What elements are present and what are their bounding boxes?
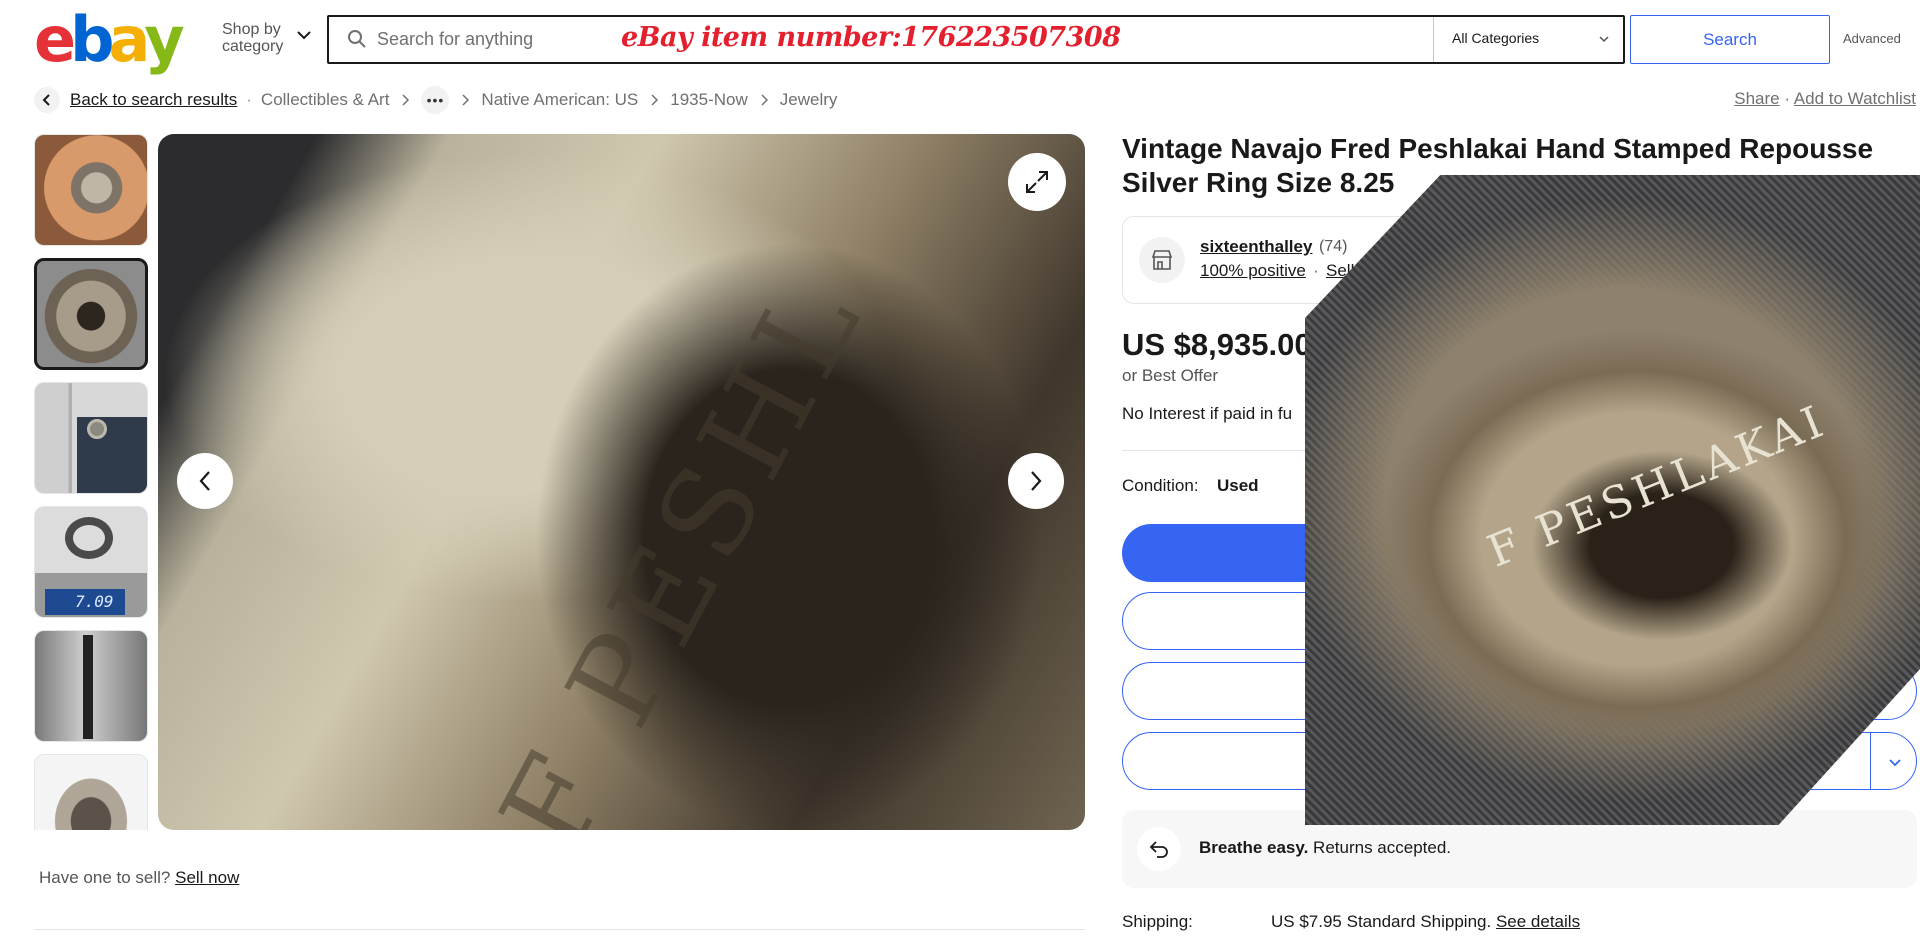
breadcrumb-1935-now[interactable]: 1935-Now [670, 90, 748, 110]
returns-detail: Returns accepted. [1313, 838, 1452, 857]
chevron-left-icon [42, 94, 50, 106]
category-select[interactable]: All Categories [1433, 17, 1623, 62]
chevron-down-icon[interactable] [1887, 754, 1903, 770]
search-input[interactable] [377, 24, 627, 54]
logo-letter-b: b [70, 3, 114, 76]
thumbnail-ruler [83, 635, 93, 739]
breadcrumb-jewelry[interactable]: Jewelry [780, 90, 838, 110]
returns-text: Breathe easy. Returns accepted. [1199, 838, 1451, 858]
chevron-right-icon [402, 94, 410, 106]
chevron-right-icon [651, 94, 659, 106]
shipping-value: US $7.95 Standard Shipping. See details [1271, 912, 1580, 932]
best-offer-text: or Best Offer [1122, 366, 1219, 385]
shipping-label: Shipping: [1122, 912, 1193, 931]
thumbnail-1[interactable] [34, 134, 148, 246]
divider [34, 929, 1085, 930]
add-to-watchlist-link[interactable]: Add to Watchlist [1794, 89, 1916, 108]
search-button[interactable]: Search [1630, 15, 1830, 64]
condition-label: Condition: [1122, 476, 1199, 495]
chevron-right-icon [761, 94, 768, 106]
thumbnail-ring [87, 419, 107, 439]
logo-letter-e: e [34, 3, 76, 76]
ring-engraving: F PESHLAKAI [1480, 395, 1834, 578]
header: ebay Shop by category eBay item number:1… [0, 0, 1920, 80]
thumbnail-4[interactable]: 7.09 [34, 506, 148, 618]
separator-dot: · [1784, 89, 1794, 108]
expand-image-button[interactable] [1008, 153, 1066, 211]
share-watchlist-bar: Share · Add to Watchlist [1734, 89, 1916, 109]
sell-now-link[interactable]: Sell now [175, 868, 239, 887]
chevron-down-icon [1599, 36, 1609, 43]
store-icon[interactable] [1139, 237, 1185, 283]
item-number-overlay: eBay item number:176223507308 [621, 22, 1121, 53]
price: US $8,935.00 [1122, 327, 1312, 362]
separator-dot: · [1313, 261, 1319, 280]
thumbnail-5[interactable] [34, 630, 148, 742]
logo-letter-a: a [108, 3, 150, 76]
ebay-logo[interactable]: ebay [34, 3, 185, 76]
category-select-value: All Categories [1452, 30, 1540, 46]
main-product-image[interactable]: F PESHL [158, 134, 1085, 830]
chevron-left-icon [199, 471, 210, 491]
thumbnail-2[interactable] [34, 258, 148, 370]
back-to-search-link[interactable]: Back to search results [70, 90, 237, 110]
condition-value: Used [1217, 476, 1259, 495]
ring-overlay-photo: F PESHLAKAI [1305, 175, 1920, 825]
thumbnail-ring [65, 517, 113, 559]
separator-dot: · [246, 90, 252, 109]
shipping-cost: US $7.95 Standard Shipping. [1271, 912, 1492, 931]
returns-bold: Breathe easy. [1199, 838, 1309, 857]
share-link[interactable]: Share [1734, 89, 1779, 108]
back-button[interactable] [34, 87, 60, 113]
chevron-right-icon [1031, 471, 1042, 491]
shop-by-category-button[interactable]: Shop by category [222, 21, 318, 57]
scale-readout: 7.09 [45, 589, 125, 615]
breadcrumb-native-american[interactable]: Native American: US [481, 90, 638, 110]
breadcrumb: Back to search results · Collectibles & … [34, 86, 838, 114]
next-image-button[interactable] [1008, 453, 1064, 509]
thumbnail-6[interactable] [34, 754, 148, 830]
previous-image-button[interactable] [177, 453, 233, 509]
seller-name-link[interactable]: sixteenthalley [1200, 237, 1312, 257]
sell-prompt-text: Have one to sell? [39, 868, 171, 887]
return-arrow-glyph [1149, 841, 1168, 858]
store-glyph [1151, 250, 1173, 270]
search-icon [348, 30, 366, 48]
sell-prompt: Have one to sell? Sell now [39, 868, 239, 888]
logo-letter-y: y [144, 3, 184, 76]
expand-icon [1026, 171, 1048, 193]
advanced-search-link[interactable]: Advanced [1843, 31, 1901, 46]
breadcrumb-more-button[interactable]: ••• [421, 86, 450, 114]
seller-feedback-count: (74) [1319, 238, 1348, 255]
return-arrow-icon [1137, 827, 1181, 871]
ring-stamp-text: F PESHL [474, 254, 892, 830]
see-details-link[interactable]: See details [1496, 912, 1580, 931]
seller-positive-link[interactable]: 100% positive [1200, 261, 1306, 281]
chevron-right-icon [462, 94, 470, 106]
breadcrumb-collectibles[interactable]: Collectibles & Art [261, 90, 390, 110]
chevron-down-icon [297, 31, 311, 40]
financing-text: No Interest if paid in fu [1122, 404, 1293, 423]
thumbnail-3[interactable] [34, 382, 148, 494]
button-divider [1870, 733, 1871, 789]
thumbnail-strip: 7.09 [34, 134, 148, 830]
search-bar: eBay item number:176223507308 All Catego… [327, 15, 1625, 64]
